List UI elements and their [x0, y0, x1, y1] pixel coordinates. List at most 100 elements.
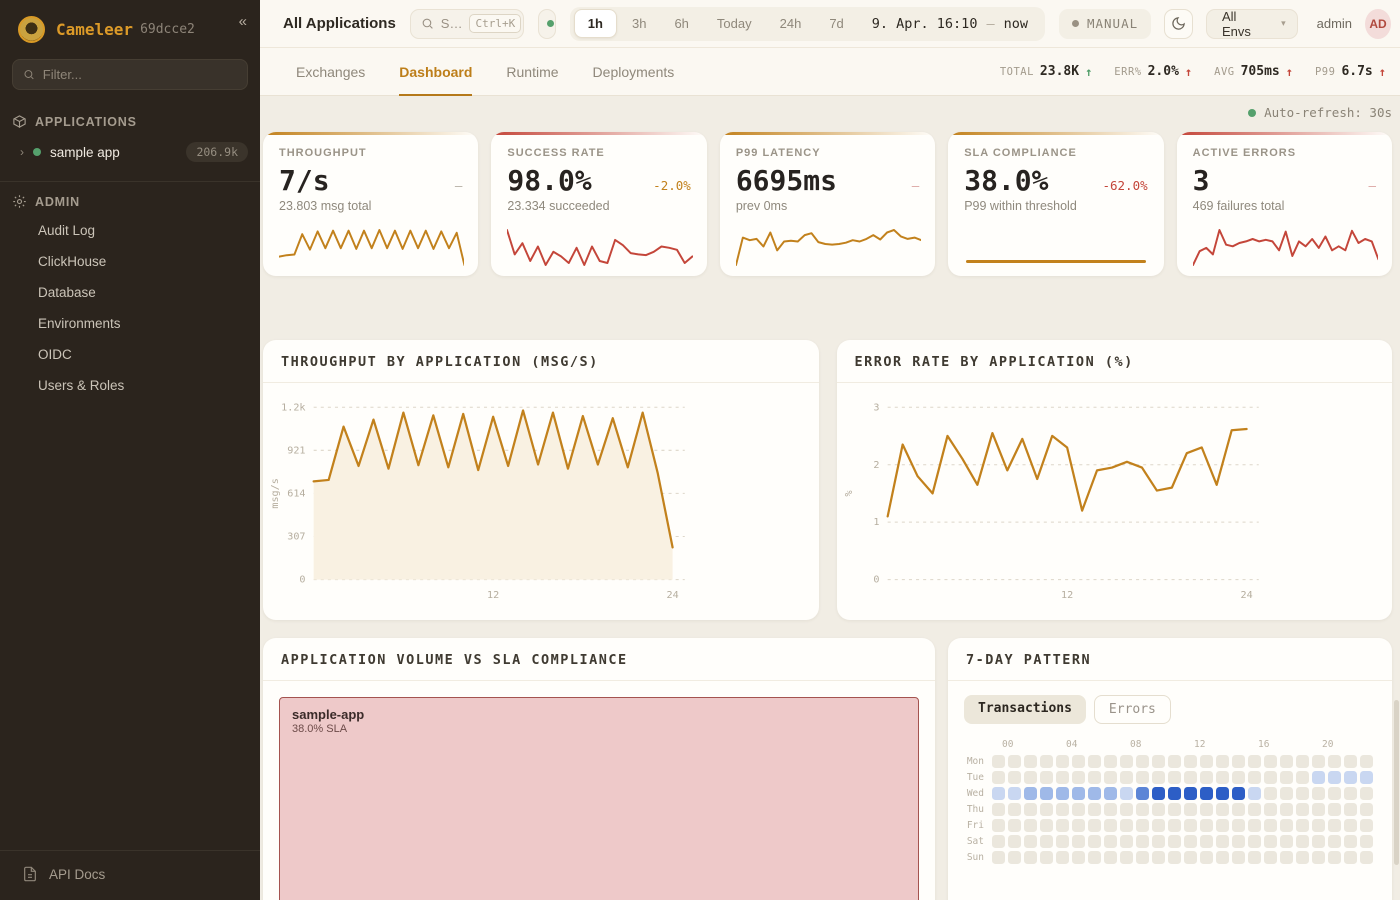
heatmap-cell[interactable]	[1056, 835, 1069, 848]
heatmap-cell[interactable]	[1024, 851, 1037, 864]
heatmap-cell[interactable]	[1344, 787, 1357, 800]
heatmap-cell[interactable]	[1120, 787, 1133, 800]
heatmap-cell[interactable]	[1200, 819, 1213, 832]
heatmap-cell[interactable]	[1024, 755, 1037, 768]
heatmap-cell[interactable]	[1072, 771, 1085, 784]
heatmap-cell[interactable]	[1072, 835, 1085, 848]
heatmap-cell[interactable]	[1168, 787, 1181, 800]
time-range-7d[interactable]: 7d	[816, 10, 856, 37]
heatmap-cell[interactable]	[1040, 755, 1053, 768]
heatmap-cell[interactable]	[1312, 787, 1325, 800]
time-range-display[interactable]: 9. Apr. 16:10—now	[859, 16, 1041, 32]
heatmap-cell[interactable]	[1296, 835, 1309, 848]
heatmap-cell[interactable]	[1088, 771, 1101, 784]
heatmap-cell[interactable]	[1296, 803, 1309, 816]
heatmap-cell[interactable]	[1344, 803, 1357, 816]
heatmap-cell[interactable]	[1120, 771, 1133, 784]
heatmap-cell[interactable]	[1056, 755, 1069, 768]
heatmap-cell[interactable]	[992, 819, 1005, 832]
heatmap-cell[interactable]	[1360, 755, 1373, 768]
time-range-today[interactable]: Today	[704, 10, 765, 37]
heatmap-cell[interactable]	[1184, 755, 1197, 768]
heatmap-cell[interactable]	[1088, 835, 1101, 848]
heatmap-cell[interactable]	[1056, 819, 1069, 832]
theme-toggle-button[interactable]	[1164, 9, 1193, 39]
heatmap-cell[interactable]	[1024, 803, 1037, 816]
heatmap-cell[interactable]	[1040, 803, 1053, 816]
tab-dashboard[interactable]: Dashboard	[399, 48, 472, 95]
avatar[interactable]: AD	[1365, 9, 1391, 39]
heatmap-cell[interactable]	[1360, 835, 1373, 848]
heatmap-cell[interactable]	[1296, 851, 1309, 864]
heatmap-cell[interactable]	[1216, 835, 1229, 848]
heatmap-cell[interactable]	[1136, 787, 1149, 800]
chevron-right-icon[interactable]: ›	[20, 145, 24, 159]
heatmap-cell[interactable]	[1328, 851, 1341, 864]
heatmap-cell[interactable]	[1104, 787, 1117, 800]
heatmap-cell[interactable]	[1344, 755, 1357, 768]
treemap-node-sample-app[interactable]: sample-app 38.0% SLA	[279, 697, 919, 900]
heatmap-cell[interactable]	[1280, 803, 1293, 816]
heatmap-cell[interactable]	[1168, 819, 1181, 832]
heatmap-cell[interactable]	[992, 771, 1005, 784]
heatmap-cell[interactable]	[1232, 787, 1245, 800]
heatmap-cell[interactable]	[1296, 819, 1309, 832]
heatmap-cell[interactable]	[1200, 803, 1213, 816]
heatmap-cell[interactable]	[1232, 755, 1245, 768]
scrollbar-thumb[interactable]	[1394, 700, 1399, 865]
heatmap-cell[interactable]	[1152, 803, 1165, 816]
heatmap-cell[interactable]	[1152, 755, 1165, 768]
heatmap-cell[interactable]	[1024, 771, 1037, 784]
heatmap-cell[interactable]	[1328, 835, 1341, 848]
heatmap-cell[interactable]	[1024, 835, 1037, 848]
heatmap-cell[interactable]	[1312, 771, 1325, 784]
heatmap-cell[interactable]	[1104, 755, 1117, 768]
heatmap-cell[interactable]	[1184, 803, 1197, 816]
heatmap-cell[interactable]	[1152, 771, 1165, 784]
env-select[interactable]: All Envs ▾	[1206, 9, 1298, 39]
heatmap-cell[interactable]	[1168, 803, 1181, 816]
heatmap-cell[interactable]	[1152, 819, 1165, 832]
heatmap-cell[interactable]	[1328, 819, 1341, 832]
heatmap-cell[interactable]	[1280, 755, 1293, 768]
heatmap-cell[interactable]	[1008, 755, 1021, 768]
sidebar-item-environments[interactable]: Environments	[0, 308, 260, 339]
heatmap-cell[interactable]	[1200, 755, 1213, 768]
sidebar-filter[interactable]	[12, 59, 248, 90]
heatmap-cell[interactable]	[1344, 819, 1357, 832]
heatmap-cell[interactable]	[1008, 835, 1021, 848]
heatmap-cell[interactable]	[1184, 851, 1197, 864]
heatmap-cell[interactable]	[1040, 771, 1053, 784]
heatmap-cell[interactable]	[1280, 787, 1293, 800]
heatmap-cell[interactable]	[1088, 851, 1101, 864]
sidebar-item-audit-log[interactable]: Audit Log	[0, 215, 260, 246]
heatmap-cell[interactable]	[1008, 787, 1021, 800]
heatmap-cell[interactable]	[1168, 771, 1181, 784]
time-range-1h[interactable]: 1h	[574, 9, 617, 38]
heatmap-cell[interactable]	[1248, 755, 1261, 768]
heatmap-cell[interactable]	[1312, 755, 1325, 768]
heatmap-cell[interactable]	[1056, 787, 1069, 800]
heatmap-cell[interactable]	[1168, 835, 1181, 848]
heatmap-cell[interactable]	[1152, 835, 1165, 848]
heatmap-cell[interactable]	[1296, 771, 1309, 784]
heatmap-cell[interactable]	[1200, 835, 1213, 848]
collapse-sidebar-icon[interactable]: «	[239, 13, 247, 30]
heatmap-cell[interactable]	[1264, 755, 1277, 768]
heatmap-cell[interactable]	[1344, 851, 1357, 864]
heatmap-cell[interactable]	[1216, 803, 1229, 816]
heatmap-cell[interactable]	[1072, 787, 1085, 800]
heatmap-cell[interactable]	[1104, 803, 1117, 816]
heatmap-cell[interactable]	[1232, 851, 1245, 864]
heatmap-cell[interactable]	[1264, 803, 1277, 816]
heatmap-cell[interactable]	[1040, 819, 1053, 832]
heatmap-cell[interactable]	[1120, 851, 1133, 864]
heatmap-cell[interactable]	[1200, 771, 1213, 784]
heatmap-cell[interactable]	[1280, 771, 1293, 784]
pattern-toggle-transactions[interactable]: Transactions	[964, 695, 1086, 724]
tab-exchanges[interactable]: Exchanges	[296, 48, 365, 95]
heatmap-cell[interactable]	[1088, 803, 1101, 816]
heatmap-cell[interactable]	[1232, 819, 1245, 832]
heatmap-cell[interactable]	[1360, 803, 1373, 816]
heatmap-cell[interactable]	[1072, 851, 1085, 864]
